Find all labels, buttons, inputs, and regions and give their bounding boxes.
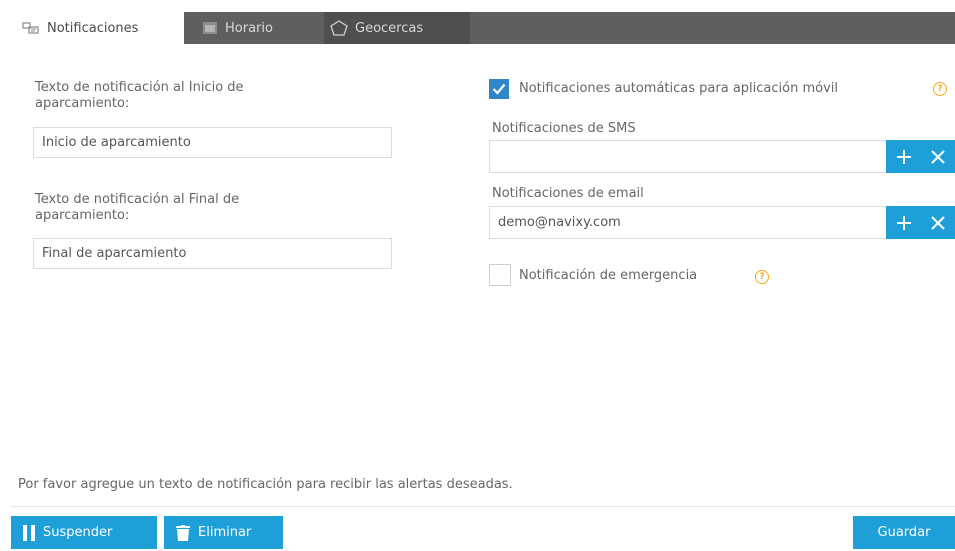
delete-button[interactable]: Eliminar (164, 516, 283, 549)
close-icon (930, 149, 945, 164)
notification-icon (22, 21, 40, 35)
emergency-label: Notificación de emergencia (519, 268, 698, 283)
help-icon[interactable]: ? (933, 82, 947, 96)
sms-label: Notificaciones de SMS (492, 121, 636, 136)
tab-notificaciones[interactable]: Notificaciones (10, 12, 184, 44)
tab-label: Geocercas (355, 20, 424, 36)
trash-icon (176, 524, 190, 541)
check-icon (492, 83, 506, 95)
email-add-button[interactable] (886, 206, 921, 239)
pause-icon (23, 524, 35, 541)
sms-add-button[interactable] (886, 140, 921, 173)
email-input[interactable] (489, 206, 887, 239)
close-icon (930, 215, 945, 230)
hint-text: Por favor agregue un texto de notificaci… (18, 477, 513, 492)
tab-bar: Notificaciones Horario Geocercas (10, 12, 955, 44)
plus-icon (896, 215, 911, 230)
start-text-input[interactable] (33, 127, 392, 158)
plus-icon (896, 149, 911, 164)
emergency-checkbox[interactable] (489, 264, 511, 286)
auto-notifications-checkbox[interactable] (489, 79, 509, 99)
email-remove-button[interactable] (920, 206, 955, 239)
pentagon-icon (330, 20, 348, 36)
help-icon[interactable]: ? (755, 270, 769, 284)
start-text-label: Texto de notificación al Inicio de aparc… (35, 80, 244, 111)
divider (10, 506, 955, 507)
sms-remove-button[interactable] (920, 140, 955, 173)
auto-notifications-label: Notificaciones automáticas para aplicaci… (519, 81, 838, 96)
save-label: Guardar (877, 525, 931, 540)
tab-label: Notificaciones (47, 20, 139, 36)
suspend-button[interactable]: Suspender (11, 516, 157, 549)
calendar-icon (202, 21, 218, 35)
end-text-input[interactable] (33, 238, 392, 269)
sms-input[interactable] (489, 140, 887, 173)
email-label: Notificaciones de email (492, 186, 644, 201)
tab-horario[interactable]: Horario (190, 12, 310, 44)
suspend-label: Suspender (43, 525, 113, 540)
tab-geocercas[interactable]: Geocercas (324, 12, 470, 44)
delete-label: Eliminar (198, 525, 252, 540)
end-text-label: Texto de notificación al Final de aparca… (35, 192, 240, 223)
tab-label: Horario (225, 20, 273, 36)
save-button[interactable]: Guardar (853, 516, 955, 549)
